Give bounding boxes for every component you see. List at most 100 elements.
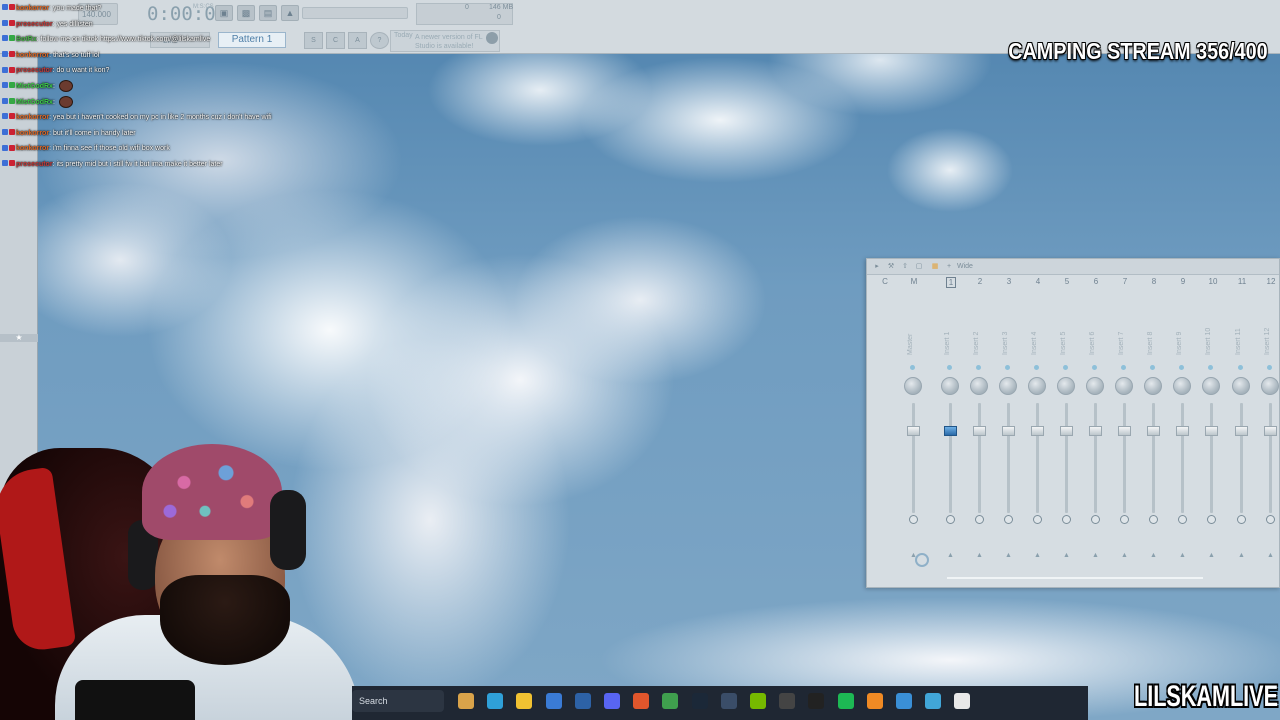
strip-led[interactable]	[1005, 365, 1010, 370]
send-arrow-icon[interactable]: ▲	[1238, 552, 1245, 559]
chat-username[interactable]: MistGodRx	[16, 83, 53, 90]
capcut-icon[interactable]	[808, 693, 825, 709]
volume-fader[interactable]	[1002, 426, 1015, 436]
track-number[interactable]: 2	[970, 277, 990, 286]
chrome-icon[interactable]	[662, 693, 679, 709]
volume-fader[interactable]	[1060, 426, 1073, 436]
file-explorer-icon[interactable]	[516, 693, 533, 709]
route-icon[interactable]	[1178, 515, 1187, 524]
pan-knob[interactable]	[904, 377, 922, 395]
track-number[interactable]: 9	[1173, 277, 1193, 286]
strip-led[interactable]	[1238, 365, 1243, 370]
send-arrow-icon[interactable]: ▲	[1179, 552, 1186, 559]
route-icon[interactable]	[909, 515, 918, 524]
mixer-strip[interactable]: Insert 8 ▲	[1141, 289, 1167, 584]
plus-icon[interactable]: +	[945, 263, 953, 271]
chat-username[interactable]: konkorror	[16, 130, 49, 137]
mixer-strip[interactable]: Insert 12 ▲	[1258, 289, 1279, 584]
pan-knob[interactable]	[999, 377, 1017, 395]
fl-studio-icon[interactable]	[866, 693, 883, 709]
track-number[interactable]: M	[904, 277, 924, 286]
route-icon[interactable]	[1120, 515, 1129, 524]
route-icon[interactable]	[1266, 515, 1275, 524]
pan-knob[interactable]	[1173, 377, 1191, 395]
pan-knob[interactable]	[1086, 377, 1104, 395]
view-icon[interactable]: ▢	[915, 263, 923, 271]
4k-icon[interactable]	[779, 693, 796, 709]
volume-fader[interactable]	[1118, 426, 1131, 436]
menu-arrow-icon[interactable]: ▸	[873, 263, 881, 271]
strip-led[interactable]	[1179, 365, 1184, 370]
send-arrow-icon[interactable]: ▲	[1208, 552, 1215, 559]
chat-username[interactable]: MistGodRx	[16, 98, 53, 105]
track-number[interactable]: 12	[1261, 277, 1279, 286]
pan-knob[interactable]	[1202, 377, 1220, 395]
route-icon[interactable]	[946, 515, 955, 524]
send-arrow-icon[interactable]: ▲	[1005, 552, 1012, 559]
volume-fader[interactable]	[1235, 426, 1248, 436]
chat-username[interactable]: prosecutor	[16, 67, 53, 74]
pan-knob[interactable]	[941, 377, 959, 395]
volume-fader[interactable]	[1031, 426, 1044, 436]
track-number[interactable]: 3	[999, 277, 1019, 286]
route-icon[interactable]	[1062, 515, 1071, 524]
strip-led[interactable]	[1121, 365, 1126, 370]
volume-fader[interactable]	[1205, 426, 1218, 436]
strip-led[interactable]	[1150, 365, 1155, 370]
send-arrow-icon[interactable]: ▲	[976, 552, 983, 559]
volume-fader[interactable]	[1264, 426, 1277, 436]
pan-knob[interactable]	[1057, 377, 1075, 395]
store-icon[interactable]	[545, 693, 562, 709]
mixer-strip[interactable]: Insert 2 ▲	[967, 289, 993, 584]
steam-icon[interactable]	[691, 693, 708, 709]
strip-led[interactable]	[1267, 365, 1272, 370]
mixer-strip[interactable]: Insert 5 ▲	[1054, 289, 1080, 584]
photoshop-icon[interactable]	[574, 693, 591, 709]
mixer-strip[interactable]: Insert 9 ▲	[1170, 289, 1196, 584]
pan-knob[interactable]	[1028, 377, 1046, 395]
mixer-strip[interactable]: Insert 7 ▲	[1112, 289, 1138, 584]
mixer-wrench-icon[interactable]: ⚒	[887, 263, 895, 271]
pan-knob[interactable]	[1144, 377, 1162, 395]
update-icon[interactable]	[486, 32, 498, 44]
mixer-scroll-knob[interactable]	[915, 553, 929, 567]
mixer-strip[interactable]: Insert 10 ▲	[1199, 289, 1225, 584]
strip-led[interactable]	[947, 365, 952, 370]
app-icon[interactable]	[720, 693, 737, 709]
mixer-strip[interactable]: Insert 4 ▲	[1025, 289, 1051, 584]
mixer-window[interactable]: ▸ ⚒ ⇧ ▢ ▦ + Wide C M 1 2 3 4 5 6 7 8 9 10 11 12 Maste…	[866, 258, 1280, 588]
nvidia-icon[interactable]	[750, 693, 766, 709]
track-number[interactable]: 8	[1144, 277, 1164, 286]
send-arrow-icon[interactable]: ▲	[947, 552, 954, 559]
strip-led[interactable]	[976, 365, 981, 370]
mixer-scrollbar[interactable]	[947, 577, 1203, 579]
route-icon[interactable]	[1207, 515, 1216, 524]
send-arrow-icon[interactable]: ▲	[1267, 552, 1274, 559]
discord-icon[interactable]	[604, 693, 620, 709]
pan-knob[interactable]	[1115, 377, 1133, 395]
volume-fader[interactable]	[944, 426, 957, 436]
route-icon[interactable]	[1091, 515, 1100, 524]
track-number[interactable]: 4	[1028, 277, 1048, 286]
file-icon[interactable]	[954, 693, 971, 709]
pan-knob[interactable]	[1261, 377, 1279, 395]
send-arrow-icon[interactable]: ▲	[1063, 552, 1070, 559]
chat-username[interactable]: prosecutor	[16, 161, 53, 168]
track-number[interactable]: C	[875, 277, 895, 286]
send-arrow-icon[interactable]: ▲	[1034, 552, 1041, 559]
photos-icon[interactable]	[925, 693, 942, 709]
mixer-strip[interactable]: Insert 1 ▲	[938, 289, 964, 584]
volume-fader[interactable]	[1147, 426, 1160, 436]
mixer-strip[interactable]: Insert 11 ▲	[1229, 289, 1255, 584]
track-number[interactable]: 11	[1232, 277, 1252, 286]
brave-icon[interactable]	[633, 693, 650, 709]
strip-led[interactable]	[1208, 365, 1213, 370]
route-icon[interactable]	[1004, 515, 1013, 524]
chat-username[interactable]: konkorror	[16, 145, 49, 152]
chat-username[interactable]: konkorror	[16, 114, 49, 121]
track-number[interactable]: 1	[946, 277, 956, 288]
track-number[interactable]: 5	[1057, 277, 1077, 286]
route-icon[interactable]	[1149, 515, 1158, 524]
layout-icon[interactable]: ▦	[931, 263, 939, 271]
pan-knob[interactable]	[1232, 377, 1250, 395]
